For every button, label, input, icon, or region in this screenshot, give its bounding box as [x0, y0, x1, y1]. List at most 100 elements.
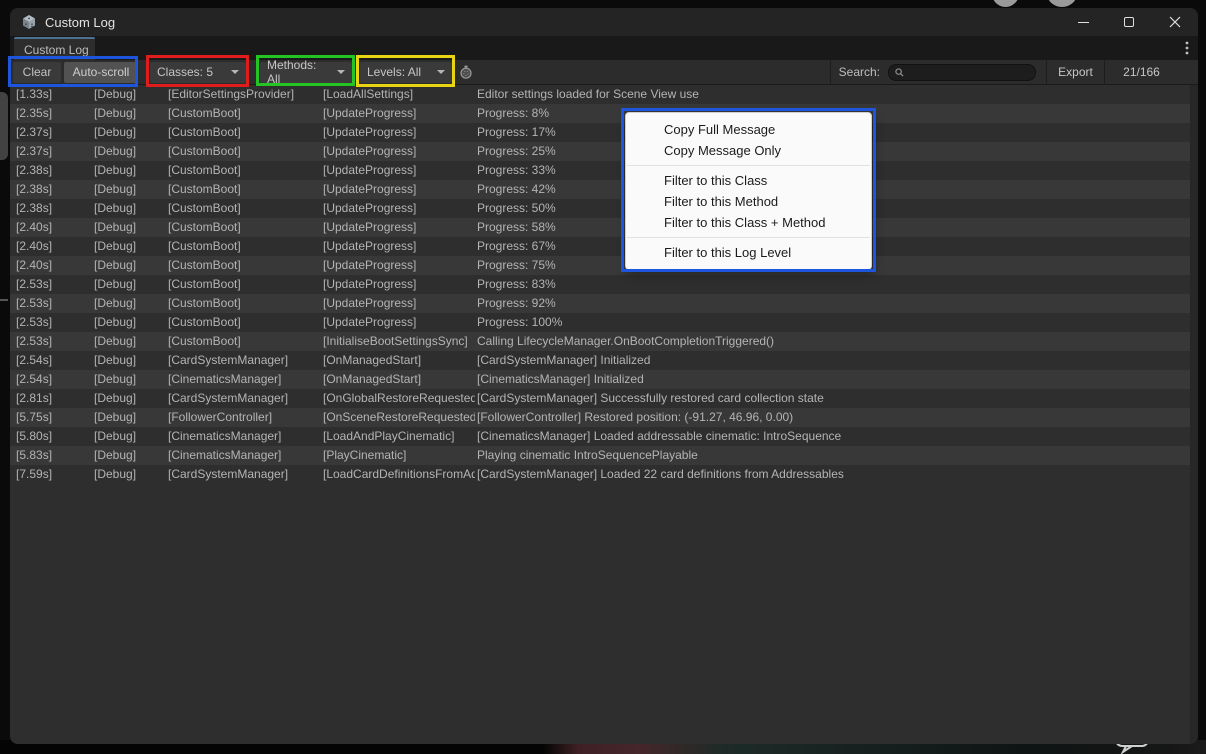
cell-time: [5.80s] [10, 427, 94, 446]
context-menu-item[interactable]: Filter to this Log Level [626, 242, 871, 263]
levels-dropdown[interactable]: Levels: All [360, 62, 452, 83]
cell-class: [CustomBoot] [168, 256, 323, 275]
cell-level: [Debug] [94, 142, 168, 161]
cell-method: [UpdateProgress] [323, 142, 475, 161]
cell-message: [CinematicsManager] Loaded addressable c… [475, 427, 1190, 446]
cell-class: [CustomBoot] [168, 104, 323, 123]
table-row[interactable]: [2.53s][Debug][CustomBoot][UpdateProgres… [10, 275, 1198, 294]
methods-dropdown[interactable]: Methods: All [260, 62, 352, 83]
minimize-button[interactable] [1060, 8, 1106, 36]
cell-time: [2.53s] [10, 275, 94, 294]
table-row[interactable]: [5.83s][Debug][CinematicsManager][PlayCi… [10, 446, 1198, 465]
cell-class: [CustomBoot] [168, 294, 323, 313]
context-menu-item[interactable]: Copy Full Message [626, 119, 871, 140]
cell-class: [CustomBoot] [168, 199, 323, 218]
cell-level: [Debug] [94, 85, 168, 104]
stopwatch-icon-button[interactable] [459, 65, 473, 80]
custom-log-window: Custom Log Custom Log [10, 8, 1198, 744]
context-menu-item[interactable]: Filter to this Class + Method [626, 212, 871, 233]
cell-level: [Debug] [94, 370, 168, 389]
toolbar-divider [830, 60, 831, 85]
cell-class: [CustomBoot] [168, 142, 323, 161]
package-cube-icon [21, 14, 37, 30]
cell-time: [2.54s] [10, 370, 94, 389]
table-row[interactable]: [2.35s][Debug][CustomBoot][UpdateProgres… [10, 104, 1198, 123]
scrollbar-track[interactable] [1190, 85, 1198, 744]
autoscroll-toggle[interactable]: Auto-scroll [64, 62, 138, 83]
cell-level: [Debug] [94, 294, 168, 313]
cell-class: [CustomBoot] [168, 332, 323, 351]
table-row[interactable]: [2.38s][Debug][CustomBoot][UpdateProgres… [10, 199, 1198, 218]
classes-dropdown[interactable]: Classes: 5 [150, 62, 246, 83]
cell-class: [FollowerController] [168, 408, 323, 427]
cell-time: [2.53s] [10, 332, 94, 351]
close-button[interactable] [1152, 8, 1198, 36]
tabbar: Custom Log [10, 36, 1198, 60]
cell-time: [2.54s] [10, 351, 94, 370]
table-row[interactable]: [2.37s][Debug][CustomBoot][UpdateProgres… [10, 123, 1198, 142]
search-field[interactable] [888, 64, 1036, 81]
cell-method: [UpdateProgress] [323, 275, 475, 294]
cell-message: Progress: 100% [475, 313, 1190, 332]
cell-time: [2.81s] [10, 389, 94, 408]
toolbar-right-group: Search: Export 21/166 [830, 60, 1178, 85]
table-row[interactable]: [5.75s][Debug][FollowerController][OnSce… [10, 408, 1198, 427]
log-rows: [1.33s][Debug][EditorSettingsProvider][L… [10, 85, 1198, 484]
cell-time: [2.40s] [10, 256, 94, 275]
cell-class: [CardSystemManager] [168, 465, 323, 484]
cell-time: [2.53s] [10, 313, 94, 332]
export-label: Export [1058, 65, 1093, 79]
cell-level: [Debug] [94, 180, 168, 199]
cell-level: [Debug] [94, 123, 168, 142]
close-icon [1169, 16, 1181, 28]
maximize-button[interactable] [1106, 8, 1152, 36]
table-row[interactable]: [2.38s][Debug][CustomBoot][UpdateProgres… [10, 161, 1198, 180]
toolbar: Clear Auto-scroll Classes: 5 Methods: Al… [10, 60, 1198, 85]
table-row[interactable]: [7.59s][Debug][CardSystemManager][LoadCa… [10, 465, 1198, 484]
clear-button[interactable]: Clear [13, 62, 61, 83]
tab-overflow-button[interactable] [1185, 40, 1189, 61]
cell-class: [CustomBoot] [168, 313, 323, 332]
cell-message: [CardSystemManager] Successfully restore… [475, 389, 1190, 408]
table-row[interactable]: [2.38s][Debug][CustomBoot][UpdateProgres… [10, 180, 1198, 199]
table-row[interactable]: [2.40s][Debug][CustomBoot][UpdateProgres… [10, 237, 1198, 256]
log-count-badge: 21/166 [1105, 60, 1178, 85]
cell-level: [Debug] [94, 351, 168, 370]
cell-class: [CustomBoot] [168, 180, 323, 199]
table-row[interactable]: [1.33s][Debug][EditorSettingsProvider][L… [10, 85, 1198, 104]
chevron-down-icon [437, 70, 445, 74]
table-row[interactable]: [2.54s][Debug][CardSystemManager][OnMana… [10, 351, 1198, 370]
table-row[interactable]: [5.80s][Debug][CinematicsManager][LoadAn… [10, 427, 1198, 446]
search-label: Search: [839, 65, 880, 79]
context-menu-item[interactable]: Copy Message Only [626, 140, 871, 161]
cell-message: Editor settings loaded for Scene View us… [475, 85, 1190, 104]
context-menu-item[interactable]: Filter to this Class [626, 170, 871, 191]
context-menu-item[interactable]: Filter to this Method [626, 191, 871, 212]
cell-level: [Debug] [94, 427, 168, 446]
table-row[interactable]: [2.53s][Debug][CustomBoot][UpdateProgres… [10, 294, 1198, 313]
tab-custom-log[interactable]: Custom Log [14, 37, 95, 60]
cell-time: [2.35s] [10, 104, 94, 123]
titlebar[interactable]: Custom Log [10, 8, 1198, 36]
cell-message: Progress: 92% [475, 294, 1190, 313]
search-input[interactable] [908, 66, 1029, 78]
cell-class: [CustomBoot] [168, 237, 323, 256]
cell-time: [2.37s] [10, 123, 94, 142]
cell-method: [OnSceneRestoreRequested] [323, 408, 475, 427]
cell-class: [CinematicsManager] [168, 446, 323, 465]
cell-method: [PlayCinematic] [323, 446, 475, 465]
export-button[interactable]: Export [1047, 60, 1104, 85]
table-row[interactable]: [2.40s][Debug][CustomBoot][UpdateProgres… [10, 218, 1198, 237]
table-row[interactable]: [2.40s][Debug][CustomBoot][UpdateProgres… [10, 256, 1198, 275]
cell-time: [2.53s] [10, 294, 94, 313]
table-row[interactable]: [2.53s][Debug][CustomBoot][InitialiseBoo… [10, 332, 1198, 351]
table-row[interactable]: [2.81s][Debug][CardSystemManager][OnGlob… [10, 389, 1198, 408]
stopwatch-icon [459, 65, 473, 80]
table-row[interactable]: [2.54s][Debug][CinematicsManager][OnMana… [10, 370, 1198, 389]
cell-method: [UpdateProgress] [323, 313, 475, 332]
table-row[interactable]: [2.53s][Debug][CustomBoot][UpdateProgres… [10, 313, 1198, 332]
context-menu: Copy Full MessageCopy Message Only Filter… [625, 112, 872, 270]
cell-time: [2.38s] [10, 161, 94, 180]
cell-method: [LoadAndPlayCinematic] [323, 427, 475, 446]
table-row[interactable]: [2.37s][Debug][CustomBoot][UpdateProgres… [10, 142, 1198, 161]
